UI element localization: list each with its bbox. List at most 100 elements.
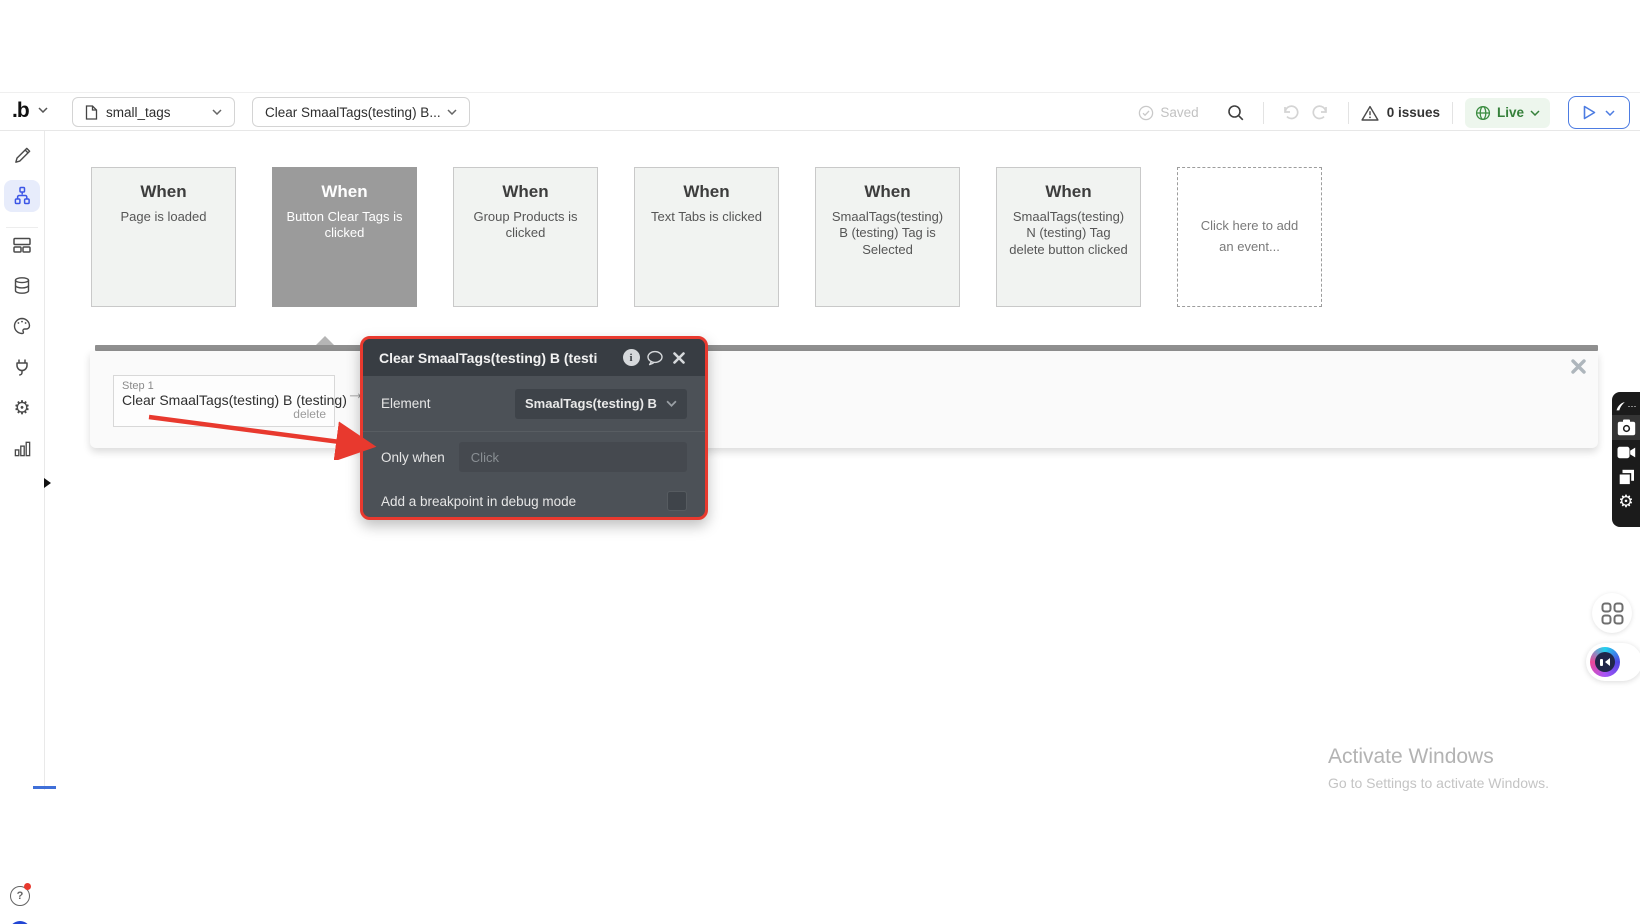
info-icon: i [622,349,640,366]
action-step-card[interactable]: Step 1 Clear SmaalTags(testing) B (testi… [113,375,347,427]
sidebar-item-settings[interactable]: ⚙ [4,392,40,424]
search-icon [1227,104,1244,120]
add-event-card[interactable]: Click here to add an event... [1177,167,1322,307]
logo-chevron-down-icon[interactable] [38,107,48,113]
toolbar-divider [1347,101,1349,124]
breakpoint-row: Add a breakpoint in debug mode [363,482,705,517]
live-label: Live [1496,105,1524,120]
apps-grid-button[interactable] [1592,593,1632,633]
chevron-down-icon [212,109,222,115]
toolbar-right-group: Saved 0 issues Live [1138,93,1640,132]
comment-button[interactable] [643,346,667,370]
event-subtitle: Page is loaded [120,209,207,224]
plug-icon [16,359,28,376]
bubble-logo[interactable]: .b [12,99,30,123]
ai-assistant-button[interactable] [1586,643,1640,681]
event-card-text-tabs[interactable]: When Text Tabs is clicked [634,167,779,307]
notification-dot [24,883,31,890]
screenshot-tool-menu[interactable]: ⋯ [1612,397,1640,415]
event-card-group-products[interactable]: When Group Products is clicked [453,167,598,307]
undo-button[interactable] [1276,98,1306,128]
event-title: When [1045,182,1092,201]
event-subtitle: Group Products is clicked [473,209,578,241]
watermark-title: Activate Windows [1328,745,1494,768]
workflow-selector-dropdown[interactable]: Clear SmaalTags(testing) B... [252,97,470,127]
close-icon [673,351,685,364]
globe-icon [1475,105,1491,120]
event-title: When [140,182,187,201]
left-sidebar: ⚙ ? O [0,131,45,924]
event-subtitle: Button Clear Tags is clicked [286,209,403,241]
toolbar-divider [1262,101,1264,124]
redo-button[interactable] [1306,98,1336,128]
close-icon [1571,359,1586,374]
saved-indicator: Saved [1138,105,1199,121]
screenshot-settings-button[interactable]: ⚙ [1612,490,1640,515]
event-card-page-loaded[interactable]: When Page is loaded [91,167,236,307]
step-title: Clear SmaalTags(testing) B (testing) [122,392,347,408]
issues-button[interactable]: 0 issues [1361,105,1440,121]
event-card-button-clear-tags[interactable]: When Button Clear Tags is clicked [272,167,417,307]
components-icon [13,237,31,253]
gear-icon: ⚙ [13,396,31,419]
screenshot-capture-button[interactable] [1612,415,1640,440]
sidebar-item-plugins[interactable] [4,351,40,383]
preview-play-button[interactable] [1568,96,1630,129]
element-dropdown[interactable]: SmaalTags(testing) B [515,388,687,419]
live-dropdown-button[interactable]: Live [1464,97,1550,128]
workflow-selector-value: Clear SmaalTags(testing) B... [265,104,441,120]
event-card-tag-selected[interactable]: When SmaalTags(testing) B (testing) Tag … [815,167,960,307]
screen-record-button[interactable] [1612,440,1640,465]
sidebar-item-data[interactable] [4,270,40,302]
popup-close-button[interactable] [667,346,691,370]
breakpoint-checkbox[interactable] [667,491,687,511]
bubble-workflow-editor: .b small_tags Clear SmaalTags(testing) B… [0,0,1640,924]
saved-label: Saved [1160,105,1199,120]
warning-triangle-icon [1361,105,1379,121]
ai-assistant-icon [1590,647,1620,677]
undo-icon [1284,104,1299,119]
palette-icon [13,317,31,335]
comment-icon [647,350,663,365]
issues-count-label: 0 issues [1386,105,1440,120]
info-button[interactable]: i [619,346,643,370]
action-properties-popup: Clear SmaalTags(testing) B (testi i Elem… [360,336,708,520]
element-dropdown-value: SmaalTags(testing) B [525,396,657,411]
event-card-tag-delete[interactable]: When SmaalTags(testing) N (testing) Tag … [996,167,1141,307]
play-icon [1583,105,1596,120]
search-button[interactable] [1221,98,1251,128]
chevron-down-icon [447,109,457,115]
sidebar-divider [6,227,38,228]
copy-captures-button[interactable] [1612,465,1640,490]
popup-header: Clear SmaalTags(testing) B (testi i [363,339,705,376]
chevron-down-icon [666,400,677,407]
event-title: When [502,182,549,201]
database-icon [14,277,30,294]
sidebar-item-workflow[interactable] [4,180,40,212]
only-when-input[interactable] [458,442,687,472]
step-delete-link[interactable]: delete [122,407,326,421]
video-camera-icon [1617,446,1635,459]
chevron-down-icon [1530,109,1540,116]
sidebar-item-design[interactable] [4,139,40,171]
sidebar-item-logs[interactable] [4,432,40,464]
feather-icon [1616,401,1625,410]
sidebar-item-styles[interactable] [4,310,40,342]
popup-title: Clear SmaalTags(testing) B (testi [379,349,598,366]
panel-close-button[interactable] [1571,359,1586,374]
page-selector-dropdown[interactable]: small_tags [72,97,235,127]
top-toolbar: .b small_tags Clear SmaalTags(testing) B… [0,92,1640,131]
page-icon [85,104,98,120]
event-subtitle: Text Tabs is clicked [650,209,763,224]
actions-panel: Step 1 Clear SmaalTags(testing) B (testi… [90,351,1598,448]
scroll-strip [33,786,56,789]
more-options-icon: ⋯ [1627,400,1638,411]
element-label: Element [381,396,431,411]
bar-chart-icon [14,441,30,456]
screenshot-tool-bar: ⋯ ⚙ [1612,392,1640,527]
gear-icon: ⚙ [1618,492,1634,512]
element-row: Element SmaalTags(testing) B [363,376,705,432]
sidebar-collapse-handle[interactable] [44,478,51,488]
sidebar-item-reusables[interactable] [4,229,40,261]
toolbar-divider [1451,101,1453,124]
